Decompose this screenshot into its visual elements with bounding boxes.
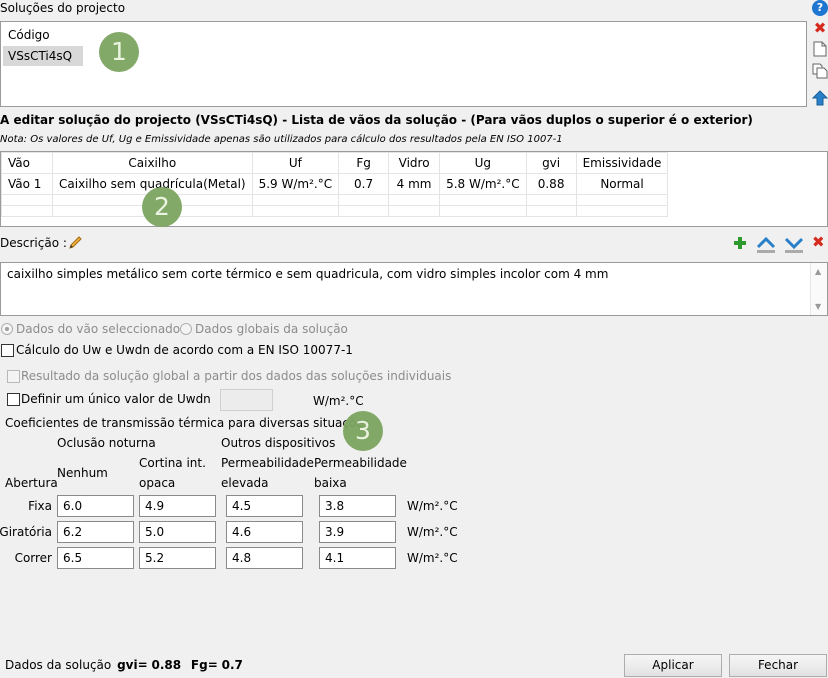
coef-input[interactable]: 3.9	[319, 521, 396, 543]
solutions-title: Soluções do projecto	[0, 1, 126, 15]
col-perm-low-label: Permeabilidade	[314, 456, 407, 470]
table-row[interactable]: Vão 1 Caixilho sem quadrícula(Metal) 5.9…	[1, 173, 669, 195]
annotation-badge: 3	[343, 411, 383, 451]
table-cell: 5.8 W/m².°C	[439, 173, 527, 195]
add-icon[interactable]	[733, 236, 747, 253]
group-other-label: Outros dispositivos	[221, 436, 336, 450]
description-scrollbar[interactable]: ▲ ▼	[810, 263, 827, 315]
coef-input[interactable]: 4.6	[226, 521, 303, 543]
fg-value: 0.7	[221, 658, 243, 672]
table-row-empty	[1, 194, 669, 206]
column-header[interactable]: Emissividade	[575, 152, 669, 174]
col-perm-high-label: Permeabilidade	[221, 456, 314, 470]
table-cell: 5.9 W/m².°C	[251, 173, 340, 195]
solution-summary: Dados da solução gvi= 0.88 Fg= 0.7	[5, 658, 243, 672]
solutions-column-header: Código	[8, 28, 50, 42]
summary-label: Dados da solução	[5, 658, 112, 672]
group-night-label: Oclusão noturna	[57, 436, 156, 450]
column-header[interactable]: Vidro	[388, 152, 441, 174]
help-icon[interactable]: ?	[812, 0, 828, 16]
col-curtain-label-2: opaca	[139, 476, 176, 490]
col-opening-label: Abertura	[5, 476, 58, 490]
coef-unit: W/m².°C	[407, 551, 458, 565]
column-header[interactable]: Ug	[439, 152, 527, 174]
description-text: caixilho simples metálico sem corte térm…	[7, 267, 609, 281]
row-label: Fixa	[28, 499, 52, 513]
fg-label: Fg=	[190, 658, 218, 672]
single-uwdn-checkbox[interactable]	[7, 393, 20, 406]
radio-global-solution[interactable]	[180, 323, 192, 335]
col-curtain-label: Cortina int.	[139, 456, 206, 470]
apply-button[interactable]: Aplicar	[624, 654, 722, 677]
global-result-checkbox[interactable]	[7, 370, 20, 383]
pencil-icon[interactable]	[67, 235, 83, 254]
column-header[interactable]: Caixilho	[52, 152, 253, 174]
coefficients-title: Coeficientes de transmissão térmica para…	[5, 416, 370, 430]
row-label: Giratória	[0, 525, 52, 539]
annotation-badge: 2	[142, 187, 182, 227]
coef-input[interactable]: 6.2	[57, 521, 134, 543]
copy-document-icon[interactable]	[812, 63, 828, 79]
column-header[interactable]: Fg	[338, 152, 390, 174]
single-uwdn-label: Definir um único valor de Uwdn	[21, 392, 211, 406]
vaos-table[interactable]: Vão Caixilho Uf Fg Vidro Ug gvi Emissivi…	[0, 151, 828, 227]
arrow-up-icon[interactable]	[812, 90, 828, 106]
coef-unit: W/m².°C	[407, 525, 458, 539]
global-result-label: Resultado da solução global a partir dos…	[21, 369, 452, 383]
gvi-value: 0.88	[151, 658, 182, 672]
scroll-up-icon[interactable]: ▲	[815, 267, 821, 276]
column-header[interactable]: Uf	[251, 152, 340, 174]
editing-note: Nota: Os valores de Uf, Ug e Emissividad…	[0, 134, 563, 145]
coef-input[interactable]: 6.5	[57, 547, 134, 569]
radio-global-label: Dados globais da solução	[195, 322, 348, 336]
delete-icon[interactable]: ✖	[812, 233, 825, 251]
table-cell: Vão 1	[1, 173, 53, 195]
col-perm-high-label-2: elevada	[221, 476, 269, 490]
annotation-badge: 1	[99, 32, 139, 72]
table-header-row: Vão Caixilho Uf Fg Vidro Ug gvi Emissivi…	[1, 152, 669, 174]
coef-input[interactable]: 4.8	[226, 547, 303, 569]
coef-input[interactable]: 3.8	[319, 495, 396, 517]
coef-input[interactable]: 4.5	[226, 495, 303, 517]
coef-input[interactable]: 6.0	[57, 495, 134, 517]
table-row-empty	[1, 205, 669, 217]
new-document-icon[interactable]	[812, 41, 828, 57]
close-icon[interactable]: ✖	[812, 19, 828, 37]
coef-input[interactable]: 4.9	[139, 495, 216, 517]
list-item[interactable]: VSsCTi4sQ	[3, 46, 83, 66]
description-textarea[interactable]: caixilho simples metálico sem corte térm…	[0, 262, 828, 316]
calc-uw-checkbox[interactable]	[1, 344, 14, 357]
table-cell: 0.7	[338, 173, 390, 195]
move-up-icon[interactable]	[756, 236, 776, 257]
calc-uw-label: Cálculo do Uw e Uwdn de acordo com a EN …	[16, 343, 353, 357]
col-none-label: Nenhum	[57, 466, 108, 480]
description-label: Descrição :	[0, 236, 67, 250]
row-label: Correr	[14, 551, 52, 565]
table-cell: 4 mm	[388, 173, 441, 195]
editing-title: A editar solução do projecto (VSsCTi4sQ)…	[0, 113, 753, 127]
coef-unit: W/m².°C	[407, 499, 458, 513]
column-header[interactable]: gvi	[525, 152, 577, 174]
column-header[interactable]: Vão	[1, 152, 53, 174]
scroll-down-icon[interactable]: ▼	[815, 302, 821, 311]
col-perm-low-label-2: baixa	[314, 476, 347, 490]
coef-input[interactable]: 5.2	[139, 547, 216, 569]
gvi-label: gvi=	[117, 658, 148, 672]
close-button[interactable]: Fechar	[729, 654, 827, 677]
coef-input[interactable]: 4.1	[319, 547, 396, 569]
uwdn-unit: W/m².°C	[313, 394, 364, 408]
radio-selected-vao[interactable]	[1, 323, 13, 335]
move-down-icon[interactable]	[784, 236, 804, 257]
table-cell: Normal	[575, 173, 669, 195]
uwdn-input[interactable]	[220, 389, 273, 411]
table-cell: 0.88	[525, 173, 577, 195]
radio-selected-label: Dados do vão seleccionado	[16, 322, 181, 336]
coef-input[interactable]: 5.0	[139, 521, 216, 543]
